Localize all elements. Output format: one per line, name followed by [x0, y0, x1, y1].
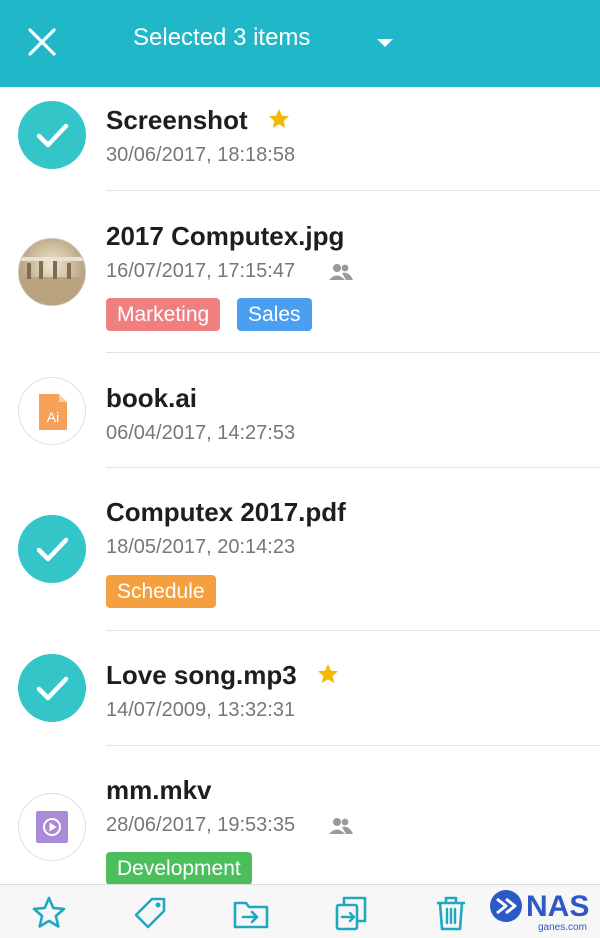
file-name: 2017 Computex.jpg: [106, 221, 345, 251]
tag-sales[interactable]: Sales: [237, 298, 312, 331]
file-date: 18/05/2017, 20:14:23: [106, 536, 296, 558]
shared-people-icon: [328, 262, 354, 282]
ai-label: Ai: [47, 409, 59, 425]
tag-development[interactable]: Development: [106, 852, 252, 885]
close-icon[interactable]: [20, 20, 64, 64]
caret-down-icon[interactable]: [372, 30, 398, 56]
image-thumbnail[interactable]: [18, 238, 86, 306]
star-icon: [316, 662, 340, 686]
trash-icon[interactable]: [431, 893, 471, 933]
file-row[interactable]: Screenshot 30/06/2017, 18:18:58: [0, 87, 600, 191]
file-name: mm.mkv: [106, 775, 212, 805]
file-row[interactable]: Love song.mp3 14/07/2009, 13:32:31: [0, 631, 600, 746]
selected-check-icon[interactable]: [18, 515, 86, 583]
file-row[interactable]: Ai book.ai 06/04/2017, 14:27:53: [0, 353, 600, 468]
shared-people-icon: [328, 816, 354, 836]
ai-file-icon[interactable]: Ai: [18, 377, 86, 445]
file-date: 16/07/2017, 17:15:47: [106, 260, 296, 282]
file-date: 14/07/2009, 13:32:31: [106, 699, 296, 721]
file-row[interactable]: 2017 Computex.jpg 16/07/2017, 17:15:47 M…: [0, 191, 600, 353]
file-name: Screenshot: [106, 105, 248, 135]
watermark-subtext: ganes.com: [538, 922, 587, 933]
video-file-icon[interactable]: [18, 793, 86, 861]
selection-count-title[interactable]: Selected 3 items: [133, 24, 310, 52]
selection-toolbar: Selected 3 items: [0, 0, 600, 87]
file-date: 28/06/2017, 19:53:35: [106, 814, 296, 836]
tag-schedule[interactable]: Schedule: [106, 575, 216, 608]
file-name: Love song.mp3: [106, 660, 297, 690]
file-row[interactable]: mm.mkv 28/06/2017, 19:53:35 Development: [0, 746, 600, 886]
file-date: 30/06/2017, 18:18:58: [106, 144, 296, 166]
star-icon[interactable]: [29, 893, 69, 933]
file-name: book.ai: [106, 383, 198, 413]
tag-marketing[interactable]: Marketing: [106, 298, 221, 331]
star-icon: [267, 107, 291, 131]
move-icon[interactable]: [231, 893, 271, 933]
tag-icon[interactable]: [130, 893, 170, 933]
selected-check-icon[interactable]: [18, 654, 86, 722]
file-name: Computex 2017.pdf: [106, 497, 346, 527]
selected-check-icon[interactable]: [18, 101, 86, 169]
watermark-text: NAS: [526, 890, 589, 923]
copy-icon[interactable]: [332, 893, 372, 933]
file-row[interactable]: Computex 2017.pdf 18/05/2017, 20:14:23 S…: [0, 468, 600, 631]
file-date: 06/04/2017, 14:27:53: [106, 422, 296, 444]
nas-logo-watermark: NAS ganes.com: [486, 884, 596, 938]
